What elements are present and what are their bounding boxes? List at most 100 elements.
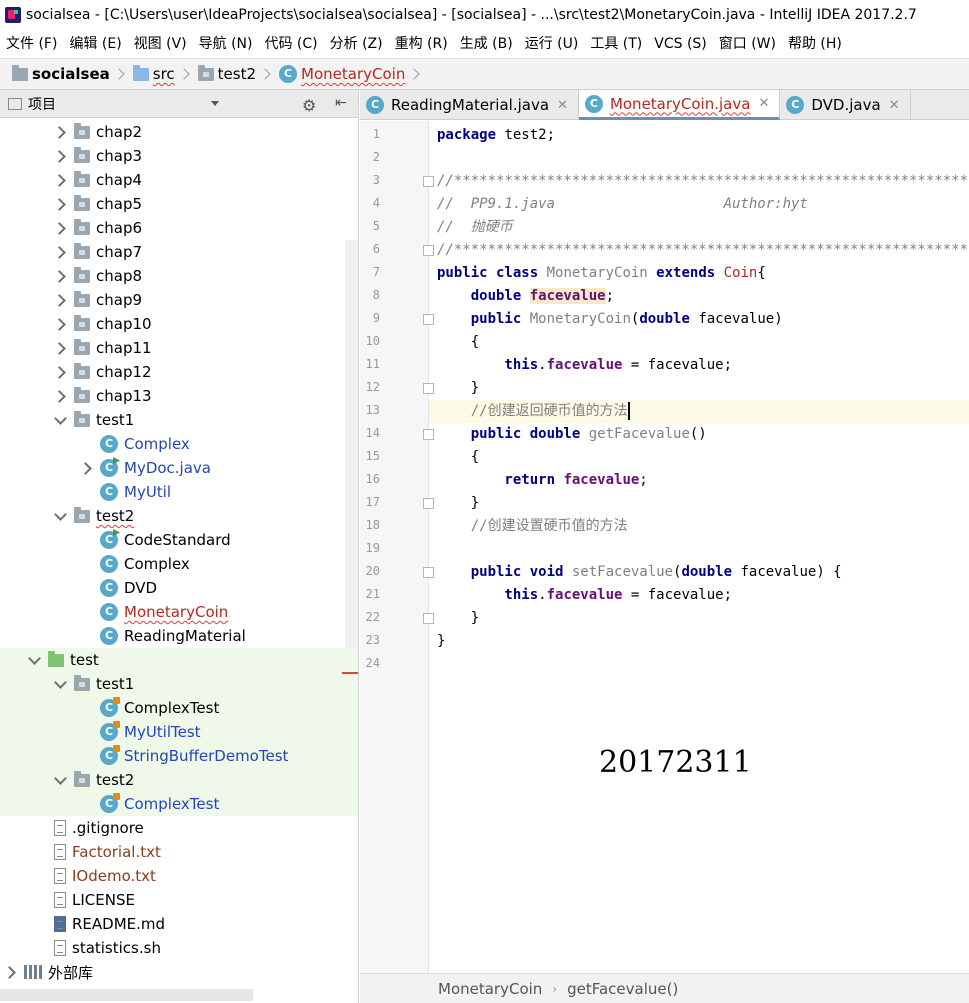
expand-arrow-icon[interactable]	[52, 268, 68, 284]
breadcrumb-class[interactable]: MonetaryCoin	[438, 980, 542, 998]
tree-item-complex[interactable]: C Complex	[0, 432, 358, 456]
menu-vcs[interactable]: VCS (S)	[648, 30, 713, 58]
expand-arrow-icon[interactable]	[52, 244, 68, 260]
expand-arrow-icon[interactable]	[2, 964, 18, 980]
tree-item-chap11[interactable]: chap11	[0, 336, 358, 360]
tree-item-external-libraries[interactable]: 外部库	[0, 960, 358, 984]
expand-arrow-icon[interactable]	[78, 460, 94, 476]
tree-item-test-test1[interactable]: test1	[0, 672, 358, 696]
collapse-arrow-icon[interactable]	[52, 412, 68, 428]
expand-arrow-icon[interactable]	[52, 172, 68, 188]
tree-item-chap8[interactable]: chap8	[0, 264, 358, 288]
menu-run[interactable]: 运行 (U)	[519, 30, 585, 58]
line-number: 2	[372, 150, 380, 164]
expand-arrow-icon[interactable]	[52, 364, 68, 380]
horizontal-scrollbar[interactable]	[0, 989, 253, 1001]
tree-item-test2[interactable]: test2	[0, 504, 358, 528]
close-icon[interactable]: ✕	[557, 98, 568, 113]
breadcrumb-method[interactable]: getFacevalue()	[567, 980, 678, 998]
script-file-icon	[54, 940, 66, 956]
code-editor[interactable]: package test2; //***********************…	[429, 121, 969, 973]
package-icon	[74, 770, 90, 787]
menu-build[interactable]: 生成 (B)	[454, 30, 519, 58]
nav-package[interactable]: test2	[197, 64, 256, 83]
tree-item-chap10[interactable]: chap10	[0, 312, 358, 336]
code-line-current: //创建返回硬币值的方法	[429, 400, 969, 423]
collapse-arrow-icon[interactable]	[52, 772, 68, 788]
tree-item-chap7[interactable]: chap7	[0, 240, 358, 264]
package-icon	[74, 266, 90, 283]
title-bar: socialsea - [C:\Users\user\IdeaProjects\…	[0, 0, 969, 30]
expand-arrow-icon[interactable]	[52, 340, 68, 356]
tree-item-complex-test2[interactable]: C Complex	[0, 552, 358, 576]
tab-monetarycoin[interactable]: C MonetaryCoin.java ✕	[578, 90, 781, 120]
menu-refactor[interactable]: 重构 (R)	[389, 30, 454, 58]
expand-arrow-icon[interactable]	[52, 196, 68, 212]
collapse-icon[interactable]: ⇤	[335, 95, 347, 111]
tree-item-readingmaterial[interactable]: C ReadingMaterial	[0, 624, 358, 648]
collapse-arrow-icon[interactable]	[52, 508, 68, 524]
code-line: //**************************************…	[437, 173, 969, 189]
tree-item-readme[interactable]: README.md	[0, 912, 358, 936]
tree-item-chap9[interactable]: chap9	[0, 288, 358, 312]
tree-item-test-test2[interactable]: test2	[0, 768, 358, 792]
tree-item-complextest-test2[interactable]: C ComplexTest	[0, 792, 358, 816]
collapse-arrow-icon[interactable]	[26, 652, 42, 668]
tree-item-iodemo-txt[interactable]: IOdemo.txt	[0, 864, 358, 888]
expand-arrow-icon[interactable]	[52, 292, 68, 308]
tree-item-chap6[interactable]: chap6	[0, 216, 358, 240]
menu-edit[interactable]: 编辑 (E)	[63, 30, 127, 58]
menu-analyze[interactable]: 分析 (Z)	[324, 30, 389, 58]
chevron-right-icon	[178, 68, 190, 80]
close-icon[interactable]: ✕	[889, 98, 900, 113]
chevron-down-icon[interactable]	[211, 101, 219, 106]
line-number: 11	[365, 357, 380, 371]
tree-item-chap13[interactable]: chap13	[0, 384, 358, 408]
tab-readingmaterial[interactable]: C ReadingMaterial.java ✕	[360, 90, 579, 120]
tree-item-monetarycoin[interactable]: C MonetaryCoin	[0, 600, 358, 624]
line-number: 16	[365, 472, 380, 486]
tree-item-chap12[interactable]: chap12	[0, 360, 358, 384]
tree-item-complextest[interactable]: C ComplexTest	[0, 696, 358, 720]
tree-item-dvd[interactable]: C DVD	[0, 576, 358, 600]
tree-item-factorial-txt[interactable]: Factorial.txt	[0, 840, 358, 864]
tree-item-test1[interactable]: test1	[0, 408, 358, 432]
menu-help[interactable]: 帮助 (H)	[782, 30, 848, 58]
tree-item-test-folder[interactable]: test	[0, 648, 358, 672]
expand-arrow-icon[interactable]	[52, 124, 68, 140]
close-icon[interactable]: ✕	[758, 96, 769, 111]
expand-arrow-icon[interactable]	[52, 220, 68, 236]
line-number: 15	[365, 449, 380, 463]
menu-window[interactable]: 窗口 (W)	[713, 30, 782, 58]
code-line: }	[437, 633, 446, 649]
code-breadcrumb-bar: MonetaryCoin › getFacevalue()	[360, 973, 969, 1003]
tree-item-stringbufferdemotest[interactable]: C StringBufferDemoTest	[0, 744, 358, 768]
expand-arrow-icon[interactable]	[52, 388, 68, 404]
class-icon: C	[279, 65, 298, 83]
tree-item-license[interactable]: LICENSE	[0, 888, 358, 912]
tree-item-codestandard[interactable]: C CodeStandard	[0, 528, 358, 552]
menu-tools[interactable]: 工具 (T)	[584, 30, 648, 58]
gear-icon[interactable]: ⚙	[302, 96, 316, 115]
menu-code[interactable]: 代码 (C)	[258, 30, 323, 58]
expand-arrow-icon[interactable]	[52, 316, 68, 332]
nav-src[interactable]: src	[132, 64, 175, 83]
tree-item-gitignore[interactable]: .gitignore	[0, 816, 358, 840]
expand-arrow-icon[interactable]	[52, 148, 68, 164]
nav-file[interactable]: C MonetaryCoin	[279, 65, 405, 83]
tree-item-chap2[interactable]: chap2	[0, 120, 358, 144]
tab-dvd[interactable]: C DVD.java ✕	[780, 90, 911, 120]
tree-item-chap3[interactable]: chap3	[0, 144, 358, 168]
tree-item-chap5[interactable]: chap5	[0, 192, 358, 216]
collapse-arrow-icon[interactable]	[52, 676, 68, 692]
tree-item-mydoc[interactable]: C MyDoc.java	[0, 456, 358, 480]
tree-item-chap4[interactable]: chap4	[0, 168, 358, 192]
menu-file[interactable]: 文件 (F)	[0, 30, 63, 58]
tree-item-myutiltest[interactable]: C MyUtilTest	[0, 720, 358, 744]
menu-view[interactable]: 视图 (V)	[128, 30, 193, 58]
tree-item-myutil[interactable]: C MyUtil	[0, 480, 358, 504]
project-view-selector[interactable]: 项目	[28, 94, 56, 114]
tree-item-statistics-sh[interactable]: statistics.sh	[0, 936, 358, 960]
menu-navigate[interactable]: 导航 (N)	[193, 30, 259, 58]
nav-project[interactable]: socialsea	[12, 64, 110, 83]
